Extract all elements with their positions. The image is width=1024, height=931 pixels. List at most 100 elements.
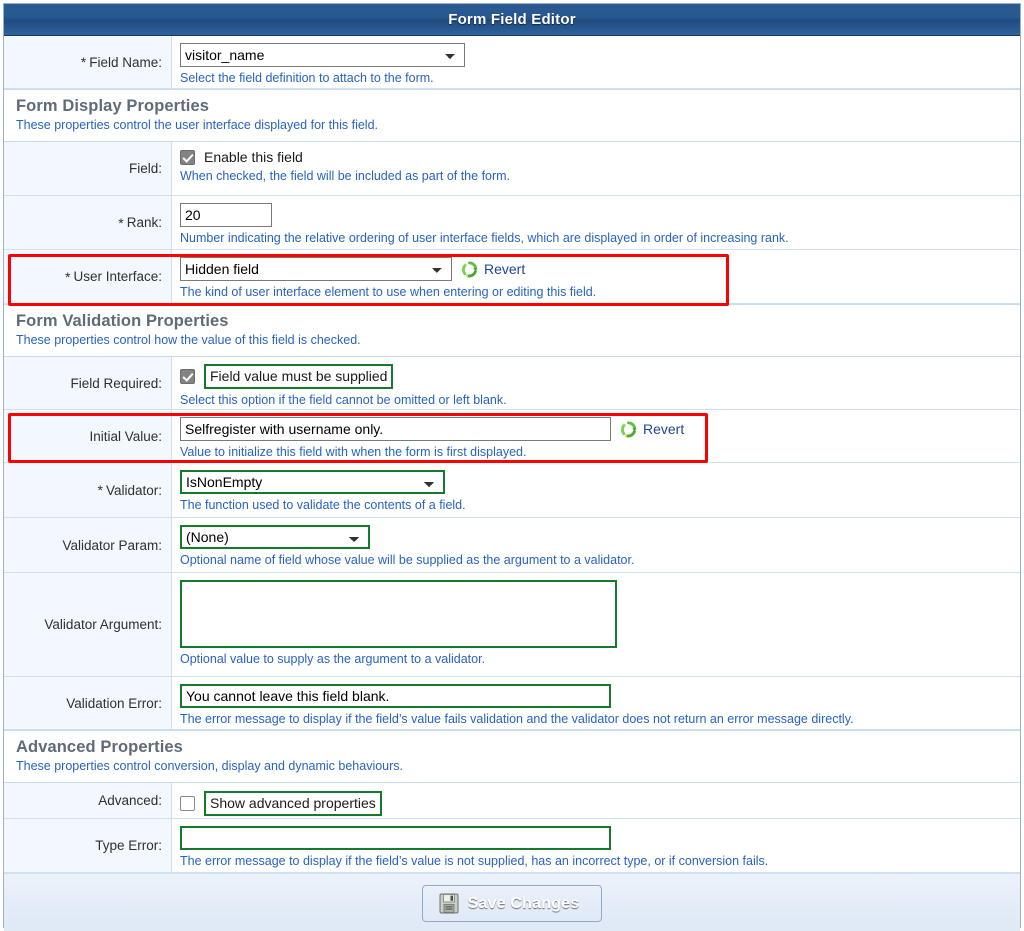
label-field-enable: Field: [4, 142, 172, 195]
row-validator: * Validator: IsNonEmpty The function use… [4, 463, 1020, 518]
editor-window: Form Field Editor * Field Name: visitor_… [3, 3, 1021, 931]
editor-body: * Field Name: visitor_name Select the fi… [4, 36, 1020, 931]
save-changes-button[interactable]: Save Changes [421, 885, 603, 922]
section-description: These properties control conversion, dis… [16, 759, 404, 773]
control-type-error: The error message to display if the fiel… [172, 819, 1020, 872]
type-error-input[interactable] [180, 826, 611, 850]
row-validation-error: Validation Error: The error message to d… [4, 677, 1020, 730]
control-validator-argument: Optional value to supply as the argument… [172, 573, 1020, 676]
hint-field-name: Select the field definition to attach to… [180, 71, 434, 85]
recycle-arrows-icon [619, 420, 638, 439]
label-text: Validator Param: [62, 537, 162, 553]
label-validator-param: Validator Param: [4, 518, 172, 572]
rank-input[interactable] [180, 203, 272, 227]
hint-validator-argument: Optional value to supply as the argument… [180, 652, 486, 666]
revert-label: Revert [484, 261, 526, 277]
label-text: Advanced: [98, 793, 162, 808]
enable-field-checkbox[interactable] [180, 149, 195, 165]
required-marker: * [80, 54, 87, 70]
revert-label: Revert [643, 421, 685, 437]
row-user-interface: * User Interface: Hidden field Revert Th… [4, 250, 1020, 304]
required-marker: * [118, 214, 124, 231]
row-field-required: Field Required: Field value must be supp… [4, 357, 1020, 410]
required-marker: * [97, 482, 103, 498]
validator-argument-textarea[interactable] [180, 580, 617, 648]
label-text: User Interface: [73, 269, 162, 284]
section-form-validation-properties: Form Validation Properties These propert… [4, 304, 1020, 357]
label-field-required: Field Required: [4, 357, 172, 409]
row-rank: * Rank: Number indicating the relative o… [4, 196, 1020, 250]
enable-field-checkbox-label: Enable this field [204, 149, 303, 165]
hint-validation-error: The error message to display if the fiel… [180, 712, 854, 726]
control-field-name: visitor_name Select the field definition… [172, 36, 1020, 88]
user-interface-select[interactable]: Hidden field [180, 257, 452, 281]
label-user-interface: * User Interface: [4, 250, 172, 303]
show-advanced-checkbox[interactable] [180, 796, 195, 811]
row-field-name: * Field Name: visitor_name Select the fi… [4, 36, 1020, 89]
hint-rank: Number indicating the relative ordering … [180, 231, 789, 245]
validation-error-input[interactable] [180, 684, 611, 708]
label-type-error: Type Error: [4, 819, 172, 872]
validator-param-select[interactable]: (None) [180, 525, 370, 549]
section-title: Form Display Properties [16, 97, 210, 115]
hint-user-interface: The kind of user interface element to us… [180, 285, 597, 299]
row-validator-argument: Validator Argument: Optional value to su… [4, 573, 1020, 677]
control-field-required: Field value must be supplied Select this… [172, 357, 1020, 409]
row-type-error: Type Error: The error message to display… [4, 819, 1020, 873]
section-form-display-properties: Form Display Properties These properties… [4, 89, 1020, 142]
footer-bar: Save Changes [4, 873, 1020, 931]
label-text: Validator Argument: [44, 617, 162, 632]
hint-validator: The function used to validate the conten… [180, 498, 466, 512]
label-validation-error: Validation Error: [4, 677, 172, 729]
label-text: Field Required: [70, 375, 162, 391]
control-advanced: Show advanced properties [172, 783, 1020, 818]
section-advanced-properties: Advanced Properties These properties con… [4, 730, 1020, 783]
label-text: Validation Error: [66, 695, 162, 711]
hint-field-enable: When checked, the field will be included… [180, 169, 511, 183]
row-advanced: Advanced: Show advanced properties [4, 783, 1020, 819]
label-field-name: * Field Name: [4, 36, 172, 88]
field-name-select[interactable]: visitor_name [180, 43, 465, 67]
label-validator: * Validator: [4, 463, 172, 517]
form-field-editor-page: Form Field Editor * Field Name: visitor_… [0, 0, 1024, 931]
label-text: Field: [128, 161, 162, 176]
label-rank: * Rank: [4, 196, 172, 249]
recycle-arrows-icon [460, 260, 479, 279]
label-text: Type Error: [95, 838, 162, 853]
label-validator-argument: Validator Argument: [4, 573, 172, 676]
control-rank: Number indicating the relative ordering … [172, 196, 1020, 249]
save-changes-label: Save Changes [467, 894, 580, 912]
row-initial-value: Initial Value: Selfregister with usernam… [4, 410, 1020, 463]
control-validator-param: (None) Optional name of field whose valu… [172, 518, 1020, 572]
label-advanced: Advanced: [4, 783, 172, 818]
hint-field-required: Select this option if the field cannot b… [180, 393, 507, 407]
label-text: Field Name: [89, 54, 162, 70]
window-titlebar: Form Field Editor [4, 4, 1020, 36]
label-initial-value: Initial Value: [4, 410, 172, 462]
required-marker: * [65, 268, 71, 285]
control-user-interface: Hidden field Revert The kind of user int… [172, 250, 1020, 303]
show-advanced-checkbox-label: Show advanced properties [204, 791, 382, 816]
initial-value-input[interactable] [180, 417, 611, 441]
hint-validator-param: Optional name of field whose value will … [180, 553, 635, 567]
control-validator: IsNonEmpty The function used to validate… [172, 463, 1020, 517]
section-description: These properties control how the value o… [16, 333, 361, 347]
field-required-checkbox-label: Field value must be supplied [204, 364, 394, 389]
section-title: Form Validation Properties [16, 312, 229, 330]
row-validator-param: Validator Param: (None) Optional name of… [4, 518, 1020, 573]
label-text: Initial Value: [89, 428, 162, 444]
hint-initial-value: Value to initialize this field with when… [180, 445, 527, 459]
revert-user-interface-button[interactable]: Revert [460, 260, 525, 279]
revert-initial-value-button[interactable]: Revert [619, 420, 684, 439]
control-initial-value: Revert Value to initialize this field wi… [172, 410, 1020, 462]
field-required-checkbox[interactable] [180, 369, 195, 384]
page-title: Form Field Editor [448, 11, 576, 28]
section-title: Advanced Properties [16, 738, 183, 756]
row-field-enable: Field: Enable this field When checked, t… [4, 142, 1020, 196]
hint-type-error: The error message to display if the fiel… [180, 854, 769, 868]
validator-select[interactable]: IsNonEmpty [180, 470, 445, 494]
control-field-enable: Enable this field When checked, the fiel… [172, 142, 1020, 195]
control-validation-error: The error message to display if the fiel… [172, 677, 1020, 729]
label-text: Rank: [126, 215, 162, 230]
section-description: These properties control the user interf… [16, 118, 378, 132]
